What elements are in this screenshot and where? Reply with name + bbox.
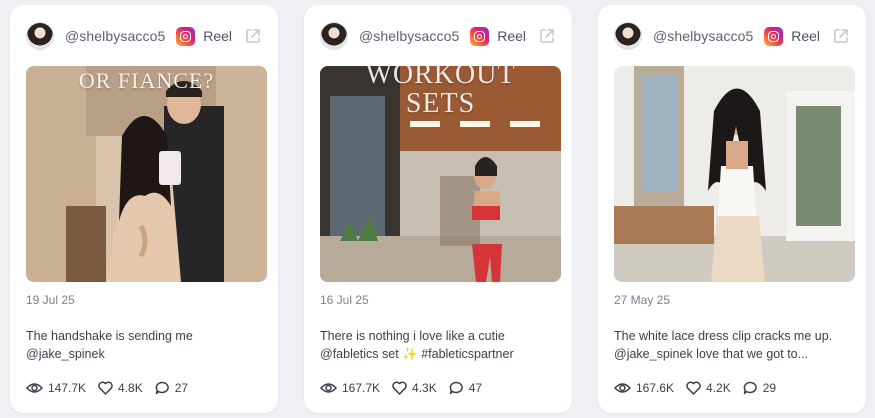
comment-icon [743, 381, 757, 395]
creator-handle[interactable]: @shelbysacco5 [359, 28, 470, 44]
views-count: 147.7K [48, 381, 87, 395]
eye-icon [320, 383, 337, 393]
likes-stat: 4.2K [686, 381, 731, 395]
reel-thumbnail[interactable]: WORKOUT SETS [320, 66, 561, 282]
comments-count: 47 [468, 381, 483, 395]
creator-avatar[interactable] [614, 22, 642, 50]
views-count: 167.6K [636, 381, 675, 395]
views-stat: 147.7K [26, 381, 86, 395]
caption-line: There is nothing i love like a cutie [320, 329, 505, 343]
post-date: 16 Jul 25 [320, 293, 369, 307]
engagement-stats: 167.6K 4.2K 29 [614, 381, 788, 395]
external-link-icon[interactable] [538, 27, 556, 45]
heart-icon [686, 381, 701, 395]
post-date: 27 May 25 [614, 293, 671, 307]
engagement-stats: 167.7K 4.3K 47 [320, 381, 494, 395]
likes-count: 4.2K [706, 381, 731, 395]
comments-stat: 27 [155, 381, 188, 395]
comment-icon [449, 381, 463, 395]
post-date: 19 Jul 25 [26, 293, 75, 307]
external-link-icon[interactable] [244, 27, 262, 45]
post-caption: The handshake is sending me @jake_spinek [26, 327, 266, 363]
card-header: @shelbysacco5 Reel [26, 21, 262, 51]
likes-stat: 4.3K [392, 381, 437, 395]
caption-line: @jake_spinek [26, 347, 105, 361]
reel-card[interactable]: @shelbysacco5 Reel [598, 5, 866, 413]
likes-count: 4.3K [412, 381, 437, 395]
views-stat: 167.7K [320, 381, 380, 395]
comments-stat: 29 [743, 381, 776, 395]
reel-card[interactable]: @shelbysacco5 Reel [10, 5, 278, 413]
creator-avatar[interactable] [26, 22, 54, 50]
post-type-label: Reel [791, 28, 820, 44]
card-header: @shelbysacco5 Reel [320, 21, 556, 51]
card-header: @shelbysacco5 Reel [614, 21, 850, 51]
instagram-icon [470, 26, 490, 46]
external-link-icon[interactable] [832, 27, 850, 45]
views-count: 167.7K [342, 381, 381, 395]
creator-avatar[interactable] [320, 22, 348, 50]
post-caption: There is nothing i love like a cutie @fa… [320, 327, 560, 363]
instagram-icon [764, 26, 784, 46]
comments-count: 29 [762, 381, 777, 395]
video-overlay-text: SETS [405, 88, 476, 119]
comments-stat: 47 [449, 381, 482, 395]
creator-handle[interactable]: @shelbysacco5 [653, 28, 764, 44]
heart-icon [98, 381, 113, 395]
reel-thumbnail[interactable] [614, 66, 855, 282]
likes-stat: 4.8K [98, 381, 143, 395]
reel-card[interactable]: @shelbysacco5 Reel [304, 5, 572, 413]
reel-card-grid: @shelbysacco5 Reel OR FIANCE? 19 Jul 25 … [0, 0, 875, 418]
caption-line: The handshake is sending me [26, 329, 193, 343]
caption-line: The white lace dress clip cracks me up. [614, 329, 833, 343]
likes-count: 4.8K [118, 381, 143, 395]
post-type-label: Reel [203, 28, 232, 44]
comments-count: 27 [174, 381, 189, 395]
caption-line: @jake_spinek love that we got to... [614, 347, 809, 361]
instagram-icon [176, 26, 196, 46]
creator-handle[interactable]: @shelbysacco5 [65, 28, 176, 44]
eye-icon [26, 383, 43, 393]
video-overlay-text: OR FIANCE? [78, 68, 215, 93]
post-type-label: Reel [497, 28, 526, 44]
engagement-stats: 147.7K 4.8K 27 [26, 381, 200, 395]
post-caption: The white lace dress clip cracks me up. … [614, 327, 854, 363]
reel-thumbnail[interactable]: OR FIANCE? [26, 66, 267, 282]
views-stat: 167.6K [614, 381, 674, 395]
video-overlay-text: WORKOUT [365, 66, 516, 90]
eye-icon [614, 383, 631, 393]
heart-icon [392, 381, 407, 395]
comment-icon [155, 381, 169, 395]
caption-line: @fabletics set ✨ #fableticspartner [320, 347, 514, 361]
